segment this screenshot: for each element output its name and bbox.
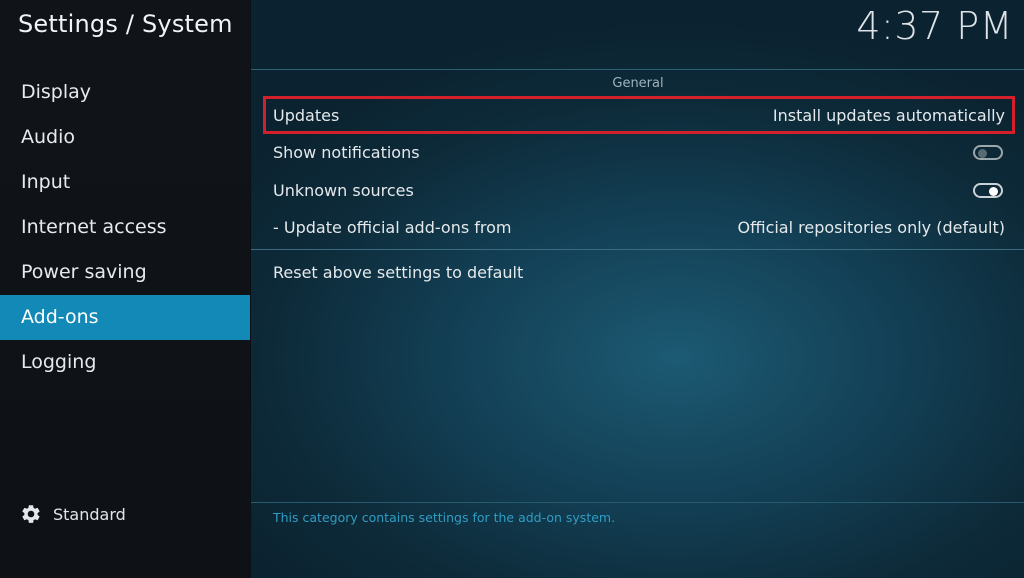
settings-list: Updates Install updates automatically Sh… — [251, 96, 1024, 291]
sidebar-item-logging[interactable]: Logging — [0, 340, 250, 385]
kodi-settings-window: Settings / System Display Audio Input In… — [0, 0, 1024, 578]
setting-label: - Update official add-ons from — [273, 218, 512, 238]
setting-label: Unknown sources — [273, 180, 414, 200]
toggle-knob — [989, 186, 998, 196]
unknown-sources-toggle[interactable] — [973, 182, 1003, 198]
sidebar: Settings / System Display Audio Input In… — [0, 0, 250, 578]
setting-value: Official repositories only (default) — [737, 218, 1006, 238]
setting-value: Install updates automatically — [772, 105, 1005, 125]
clock: 4:37 PM — [856, 4, 1013, 48]
settings-level-button[interactable]: Standard — [20, 502, 126, 526]
setting-unknown-sources[interactable]: Unknown sources — [263, 172, 1015, 210]
section-title-general: General — [612, 76, 664, 91]
setting-label: Reset above settings to default — [273, 262, 524, 282]
divider — [251, 69, 1024, 70]
setting-label: Updates — [273, 105, 340, 125]
setting-label: Show notifications — [273, 143, 420, 163]
settings-panel: 4:37 PM General Updates Install updates … — [250, 0, 1024, 578]
sidebar-item-power-saving[interactable]: Power saving — [0, 250, 250, 295]
sidebar-item-add-ons[interactable]: Add-ons — [0, 295, 250, 340]
sidebar-nav: Display Audio Input Internet access Powe… — [0, 70, 250, 385]
toggle-knob — [978, 149, 987, 159]
settings-level-label: Standard — [53, 504, 126, 524]
gear-icon — [20, 503, 42, 525]
sidebar-item-display[interactable]: Display — [0, 70, 250, 115]
sidebar-item-internet-access[interactable]: Internet access — [0, 205, 250, 250]
divider — [251, 248, 1024, 250]
divider — [251, 502, 1024, 503]
sidebar-item-audio[interactable]: Audio — [0, 115, 250, 160]
setting-update-official-addons[interactable]: - Update official add-ons from Official … — [263, 209, 1015, 247]
setting-show-notifications[interactable]: Show notifications — [263, 134, 1015, 172]
reset-settings-button[interactable]: Reset above settings to default — [263, 254, 1015, 292]
page-title: Settings / System — [18, 10, 233, 38]
show-notifications-toggle[interactable] — [973, 145, 1003, 161]
help-text: This category contains settings for the … — [273, 510, 616, 525]
sidebar-item-input[interactable]: Input — [0, 160, 250, 205]
setting-updates[interactable]: Updates Install updates automatically — [263, 96, 1015, 134]
